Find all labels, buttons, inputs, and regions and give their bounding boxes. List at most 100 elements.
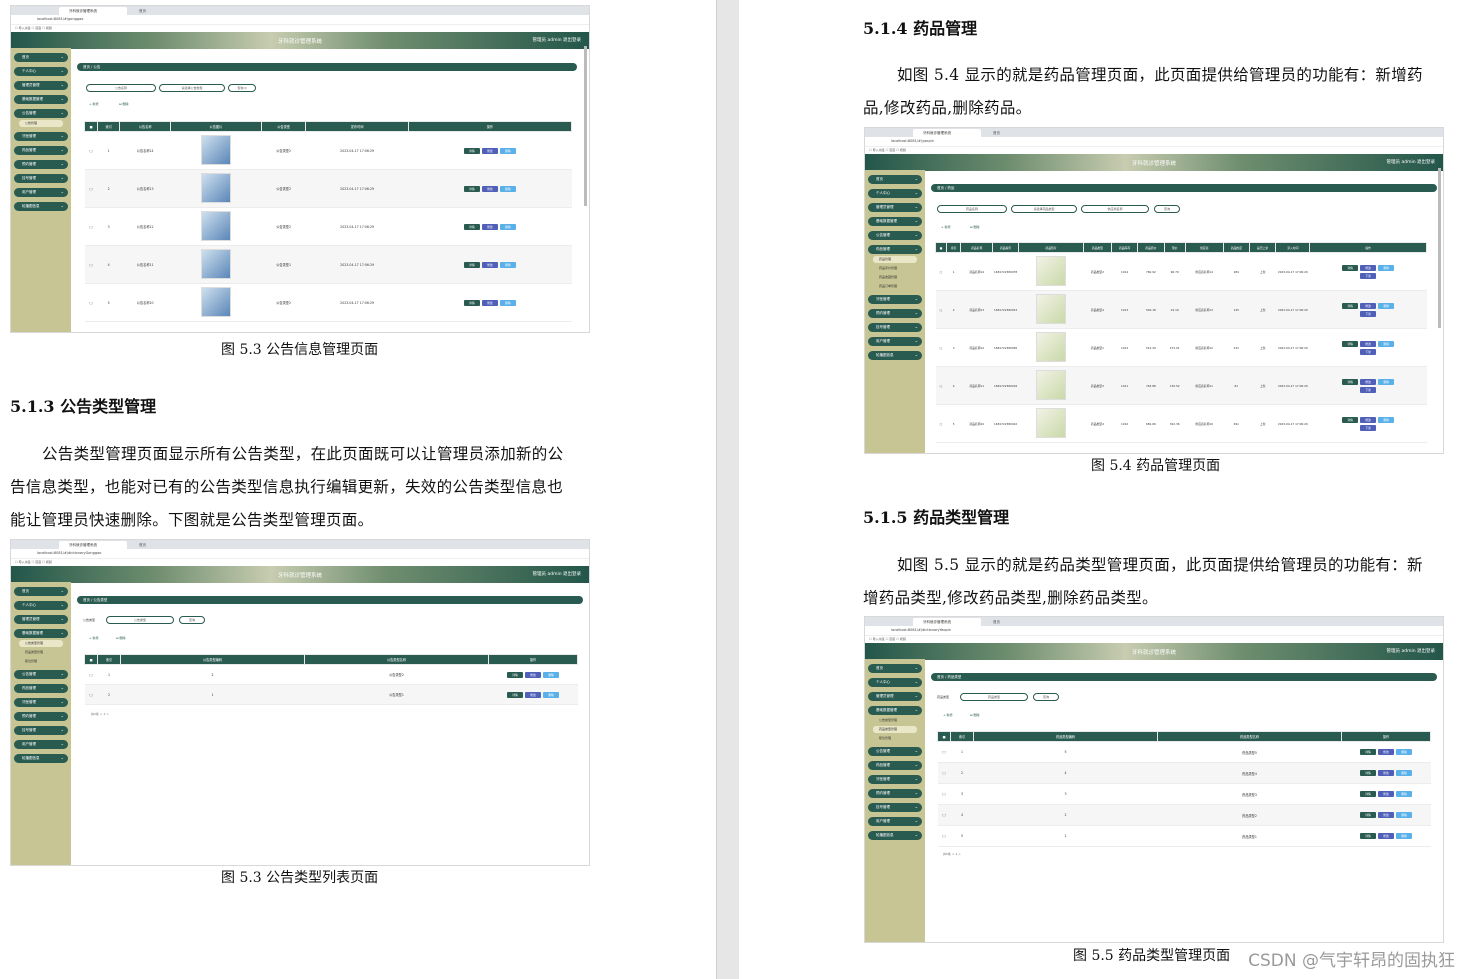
sidebar-item[interactable]: 个人中心: [14, 600, 68, 610]
browser-tab[interactable]: 牙科就诊管理系统: [59, 541, 127, 549]
delete-row-button[interactable]: 删除: [543, 691, 559, 698]
sidebar-item[interactable]: 公告管理: [14, 108, 68, 118]
row-checkbox[interactable]: □: [935, 328, 947, 367]
edit-button[interactable]: 修改: [1360, 416, 1377, 423]
search-button[interactable]: 查询: [179, 616, 205, 624]
sidebar-item[interactable]: 首页: [868, 663, 922, 673]
row-checkbox[interactable]: □: [935, 252, 947, 291]
sidebar-item[interactable]: 药品管理: [868, 760, 922, 770]
row-checkbox[interactable]: □: [84, 684, 98, 705]
unlist-button[interactable]: 下架: [1360, 272, 1377, 279]
scrollbar[interactable]: [1438, 168, 1441, 328]
detail-button[interactable]: 详情: [463, 299, 480, 306]
user-info[interactable]: 管理员 admin 退出登录: [1387, 159, 1435, 165]
unlist-button[interactable]: 下架: [1360, 348, 1377, 355]
search-button[interactable]: 查询: [1033, 693, 1059, 701]
sidebar-item[interactable]: 用户管理: [868, 336, 922, 346]
edit-button[interactable]: 修改: [1378, 833, 1394, 839]
sidebar-item[interactable]: 预约管理: [14, 159, 68, 169]
sidebar-item[interactable]: 公告管理: [868, 230, 922, 240]
detail-button[interactable]: 详情: [1360, 833, 1376, 839]
row-checkbox[interactable]: □: [84, 169, 98, 208]
sidebar-subitem[interactable]: 公告类型管理: [19, 640, 63, 647]
address-bar[interactable]: localhost:8081/#/dictionaryYaopin: [865, 626, 1443, 636]
sidebar-item[interactable]: 挂号管理: [14, 173, 68, 183]
edit-button[interactable]: 修改: [481, 223, 498, 230]
sidebar-item[interactable]: 挂号管理: [868, 322, 922, 332]
add-button[interactable]: + 新增: [89, 636, 98, 640]
user-info[interactable]: 管理员 admin 退出登录: [533, 571, 581, 577]
sidebar-subitem[interactable]: 药品类型管理: [19, 649, 63, 656]
sidebar-subitem[interactable]: 药品管理: [873, 256, 917, 263]
edit-button[interactable]: 修改: [1360, 340, 1377, 347]
unlist-button[interactable]: 下架: [1360, 386, 1377, 393]
detail-button[interactable]: 详情: [1342, 264, 1359, 271]
row-checkbox[interactable]: □: [935, 366, 947, 405]
sidebar-item[interactable]: 个人中心: [14, 66, 68, 76]
sidebar-subitem[interactable]: 药品收藏管理: [873, 274, 917, 281]
sidebar-item[interactable]: 公告管理: [868, 746, 922, 756]
detail-button[interactable]: 详情: [507, 691, 523, 698]
detail-button[interactable]: 详情: [1342, 302, 1359, 309]
detail-button[interactable]: 详情: [1360, 749, 1376, 755]
sidebar-item[interactable]: 轮播图信息: [868, 350, 922, 360]
sidebar-item[interactable]: 基础数据管理: [14, 94, 68, 104]
sidebar-item[interactable]: 挂号管理: [868, 802, 922, 812]
browser-tab-2[interactable]: 首页: [129, 7, 197, 15]
sidebar-item[interactable]: 个人中心: [868, 188, 922, 198]
delete-row-button[interactable]: 删除: [499, 299, 516, 306]
search-input-type[interactable]: 公告类型: [106, 616, 174, 624]
delete-button[interactable]: ⊟ 删除: [116, 636, 125, 640]
row-checkbox[interactable]: □: [84, 207, 98, 246]
sidebar-item[interactable]: 药品管理: [868, 244, 922, 254]
delete-row-button[interactable]: 删除: [1396, 791, 1412, 797]
detail-button[interactable]: 详情: [463, 147, 480, 154]
row-checkbox[interactable]: □: [937, 741, 951, 763]
edit-button[interactable]: 修改: [1360, 264, 1377, 271]
delete-row-button[interactable]: 删除: [1396, 749, 1412, 755]
sidebar-subitem[interactable]: 药品类型管理: [873, 726, 917, 733]
edit-button[interactable]: 修改: [525, 671, 541, 678]
delete-button[interactable]: ⊟ 删除: [119, 102, 128, 106]
add-button[interactable]: + 新增: [941, 225, 950, 229]
row-checkbox[interactable]: □: [937, 783, 951, 805]
search-input-name[interactable]: 公告名称: [86, 84, 156, 92]
search-input-name[interactable]: 药品名称: [937, 205, 1007, 213]
edit-button[interactable]: 修改: [481, 261, 498, 268]
sidebar-item[interactable]: 基础数据管理: [14, 628, 68, 638]
sidebar-item[interactable]: 个人中心: [868, 677, 922, 687]
delete-row-button[interactable]: 删除: [499, 147, 516, 154]
detail-button[interactable]: 详情: [463, 223, 480, 230]
delete-row-button[interactable]: 删除: [499, 223, 516, 230]
user-info[interactable]: 管理员 admin 退出登录: [1387, 648, 1435, 654]
sidebar-item[interactable]: 预约管理: [14, 711, 68, 721]
sidebar-item[interactable]: 牙医管理: [14, 131, 68, 141]
browser-tab-2[interactable]: 首页: [129, 541, 197, 549]
sidebar-item[interactable]: 用户管理: [14, 739, 68, 749]
delete-row-button[interactable]: 删除: [1396, 833, 1412, 839]
row-checkbox[interactable]: □: [84, 664, 98, 685]
search-button[interactable]: 查询 Q: [228, 84, 256, 92]
sidebar-item[interactable]: 牙医管理: [14, 697, 68, 707]
row-checkbox[interactable]: □: [84, 283, 98, 322]
detail-button[interactable]: 详情: [1360, 791, 1376, 797]
pagination[interactable]: 共5条 < 1 >: [943, 852, 961, 856]
sidebar-subitem[interactable]: 公告管理: [19, 120, 63, 127]
delete-row-button[interactable]: 删除: [1396, 770, 1412, 776]
sidebar-item[interactable]: 挂号管理: [14, 725, 68, 735]
row-checkbox[interactable]: □: [937, 762, 951, 784]
address-bar[interactable]: localhost:8081/#/dictionaryGonggao: [11, 549, 589, 559]
sidebar-subitem[interactable]: 职位管理: [873, 735, 917, 742]
delete-row-button[interactable]: 删除: [1378, 264, 1395, 271]
browser-tab[interactable]: 牙科就诊管理系统: [913, 618, 981, 626]
sidebar-item[interactable]: 预约管理: [868, 308, 922, 318]
row-checkbox[interactable]: □: [84, 245, 98, 284]
search-input-supplier[interactable]: 供应商名称: [1081, 205, 1149, 213]
sidebar-item[interactable]: 管理员管理: [14, 614, 68, 624]
delete-button[interactable]: ⊟ 删除: [970, 713, 979, 717]
sidebar-item[interactable]: 首页: [868, 174, 922, 184]
search-select-type[interactable]: 请选择药品类型: [1011, 205, 1077, 213]
sidebar-item[interactable]: 牙医管理: [868, 294, 922, 304]
edit-button[interactable]: 修改: [1378, 770, 1394, 776]
sidebar-subitem[interactable]: 药品评价管理: [873, 265, 917, 272]
